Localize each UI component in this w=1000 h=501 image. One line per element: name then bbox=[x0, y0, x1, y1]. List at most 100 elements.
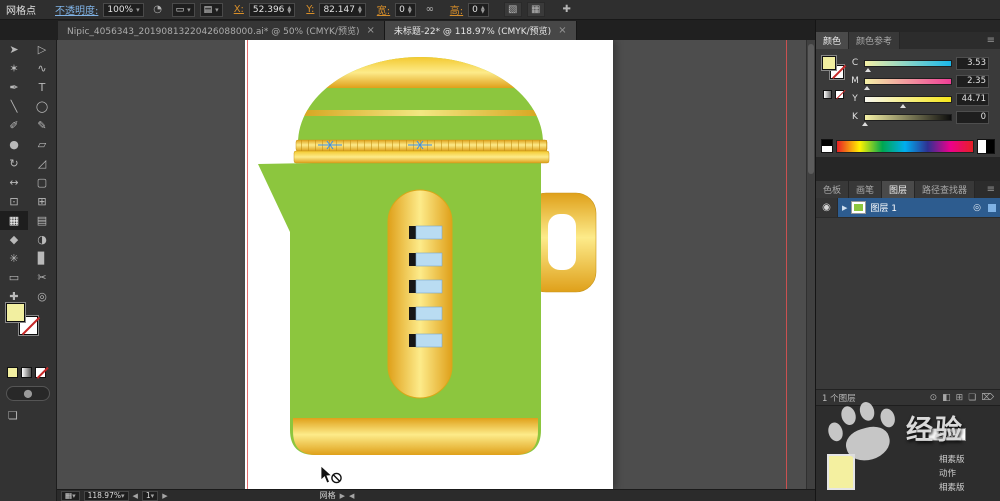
tool-scale[interactable]: ◿ bbox=[28, 154, 56, 173]
kettle-neck-band-2[interactable] bbox=[293, 150, 550, 164]
layer-name[interactable]: 图层 1 bbox=[870, 201, 897, 214]
kettle-base-band[interactable] bbox=[293, 418, 538, 455]
next-artboard-icon[interactable]: ▶ bbox=[162, 492, 167, 500]
layer-row[interactable]: ◉ ▶ 图层 1 ◎ bbox=[816, 198, 1000, 218]
tool-slice[interactable]: ✂ bbox=[28, 268, 56, 287]
new-layer-icon[interactable]: ❏ bbox=[968, 393, 976, 403]
tool-pen[interactable]: ✒ bbox=[0, 78, 28, 97]
dock-percent-field[interactable]: 00% bbox=[928, 428, 966, 441]
guide-line-left[interactable] bbox=[247, 40, 248, 489]
arrange-icon[interactable]: ✚ bbox=[558, 2, 576, 17]
dock-panel-label[interactable]: 相素版 bbox=[936, 480, 998, 494]
opacity-field[interactable]: 100% ▾ bbox=[103, 2, 144, 17]
tool-zoom[interactable]: ◎ bbox=[28, 287, 56, 306]
stepper-icon[interactable]: ▲ ▼ bbox=[287, 5, 291, 14]
panel-fill-swatch[interactable] bbox=[822, 56, 836, 70]
document-tab-active[interactable]: 未标题-22* @ 118.97% (CMYK/预览) × bbox=[384, 21, 577, 40]
drawing-mode-icon[interactable]: ❏ bbox=[8, 409, 18, 422]
stroke-profile-dropdown[interactable]: ▭ ▾ bbox=[171, 2, 195, 17]
tool-ellipse[interactable]: ◯ bbox=[28, 97, 56, 116]
layer-entry[interactable]: ▶ 图层 1 ◎ bbox=[838, 198, 1000, 217]
tab-brushes[interactable]: 画笔 bbox=[849, 181, 883, 198]
dock-swatch-thumbnail[interactable] bbox=[827, 454, 855, 490]
slider-thumb[interactable] bbox=[864, 85, 871, 90]
stepper-icon[interactable]: ▲ ▼ bbox=[408, 5, 412, 14]
tool-blob-brush[interactable]: ● bbox=[0, 135, 28, 154]
style-icon[interactable]: ◔ bbox=[149, 2, 167, 17]
tab-swatches[interactable]: 色板 bbox=[816, 181, 850, 198]
tool-column-graph[interactable]: ▊ bbox=[28, 249, 56, 268]
previous-artboard-icon[interactable]: ◀ bbox=[133, 492, 138, 500]
close-icon[interactable]: × bbox=[558, 25, 566, 36]
tool-lasso[interactable]: ∿ bbox=[28, 59, 56, 78]
yellow-value-field[interactable]: 44.71 bbox=[956, 92, 989, 106]
y-input[interactable]: 82.147 ▲ ▼ bbox=[319, 2, 366, 17]
height-input[interactable]: 0 ▲ ▼ bbox=[468, 2, 489, 17]
tool-mesh[interactable]: ▦ bbox=[0, 211, 28, 230]
tool-selection[interactable]: ➤ bbox=[0, 40, 28, 59]
dock-panel-label[interactable]: 动作 bbox=[936, 466, 998, 480]
gradient-swatch-icon[interactable] bbox=[823, 90, 832, 99]
yellow-slider[interactable] bbox=[864, 95, 952, 108]
slider-thumb[interactable] bbox=[862, 121, 868, 126]
x-input[interactable]: 52.396 ▲ ▼ bbox=[248, 2, 296, 17]
slider-thumb[interactable] bbox=[865, 67, 871, 72]
gradient-mode-button[interactable] bbox=[21, 367, 32, 378]
artboard[interactable] bbox=[245, 40, 613, 489]
make-clipping-mask-icon[interactable]: ◧ bbox=[942, 393, 951, 403]
tool-type[interactable]: T bbox=[28, 78, 56, 97]
preferences-grid-icon[interactable]: ▦ bbox=[526, 2, 545, 17]
width-input[interactable]: 0 ▲ ▼ bbox=[395, 2, 416, 17]
tool-direct-selection[interactable]: ▷ bbox=[28, 40, 56, 59]
panel-menu-icon[interactable]: ≡ bbox=[982, 181, 1000, 198]
guide-line-right[interactable] bbox=[786, 40, 787, 489]
vertical-scrollbar[interactable] bbox=[806, 40, 815, 489]
tab-color[interactable]: 颜色 bbox=[816, 32, 850, 49]
document-setup-icon[interactable]: ▧ bbox=[503, 2, 522, 17]
zoom-level-field[interactable]: 118.97% ▾ bbox=[83, 490, 129, 501]
tool-pencil[interactable]: ✎ bbox=[28, 116, 56, 135]
tab-color-guide[interactable]: 颜色参考 bbox=[849, 32, 901, 49]
brush-definition-dropdown[interactable]: ▤ ▾ bbox=[199, 2, 223, 17]
tool-magic-wand[interactable]: ✶ bbox=[0, 59, 28, 78]
tool-width[interactable]: ↔ bbox=[0, 173, 28, 192]
none-mode-button[interactable] bbox=[35, 367, 46, 378]
close-icon[interactable]: × bbox=[366, 25, 374, 36]
stepper-icon[interactable]: ▲ ▼ bbox=[481, 5, 485, 14]
expand-arrow-icon[interactable]: ▶ bbox=[842, 204, 847, 212]
black-white-quick-swatches[interactable] bbox=[821, 139, 833, 153]
tool-line-segment[interactable]: ╲ bbox=[0, 97, 28, 116]
constrain-proportions-icon[interactable]: ∞ bbox=[421, 2, 439, 17]
tool-artboard[interactable]: ▭ bbox=[0, 268, 28, 287]
none-swatch-icon[interactable] bbox=[835, 90, 844, 99]
tool-eyedropper[interactable]: ◆ bbox=[0, 230, 28, 249]
artboard-number-field[interactable]: 1 ▾ bbox=[141, 490, 159, 501]
scrollbar-thumb[interactable] bbox=[808, 44, 814, 174]
magenta-slider[interactable] bbox=[864, 77, 952, 90]
cyan-slider[interactable] bbox=[864, 59, 952, 72]
opacity-label[interactable]: 不透明度: bbox=[55, 2, 98, 17]
kettle-dome[interactable] bbox=[298, 57, 543, 143]
tool-rotate[interactable]: ↻ bbox=[0, 154, 28, 173]
slider-thumb[interactable] bbox=[900, 103, 907, 108]
canvas-area[interactable] bbox=[57, 40, 815, 489]
layer-target-icon[interactable]: ◎ bbox=[973, 203, 981, 213]
tool-blend[interactable]: ◑ bbox=[28, 230, 56, 249]
delete-layer-icon[interactable]: ⌦ bbox=[981, 393, 994, 403]
color-spectrum-bar[interactable] bbox=[836, 139, 974, 153]
layer-thumbnail[interactable] bbox=[851, 201, 867, 214]
cyan-value-field[interactable]: 3.53 bbox=[956, 56, 989, 70]
spectrum-end-swatches[interactable] bbox=[977, 138, 995, 154]
kettle-illustration[interactable] bbox=[245, 40, 613, 489]
document-tab[interactable]: Nipic_4056343_20190813220426088000.ai* @… bbox=[58, 21, 385, 40]
tool-gradient[interactable]: ▤ bbox=[28, 211, 56, 230]
tool-shape-builder[interactable]: ⊡ bbox=[0, 192, 28, 211]
panel-menu-icon[interactable]: ≡ bbox=[982, 32, 1000, 49]
tab-layers[interactable]: 图层 bbox=[882, 181, 916, 198]
scroll-right-icon[interactable]: ▶ bbox=[340, 492, 345, 500]
locate-object-icon[interactable]: ⊙ bbox=[930, 393, 938, 403]
new-sublayer-icon[interactable]: ⊞ bbox=[956, 393, 964, 403]
stepper-icon[interactable]: ▲ ▼ bbox=[358, 5, 362, 14]
screen-mode-button[interactable]: ⬤ bbox=[6, 386, 50, 401]
tool-symbol-sprayer[interactable]: ✳ bbox=[0, 249, 28, 268]
